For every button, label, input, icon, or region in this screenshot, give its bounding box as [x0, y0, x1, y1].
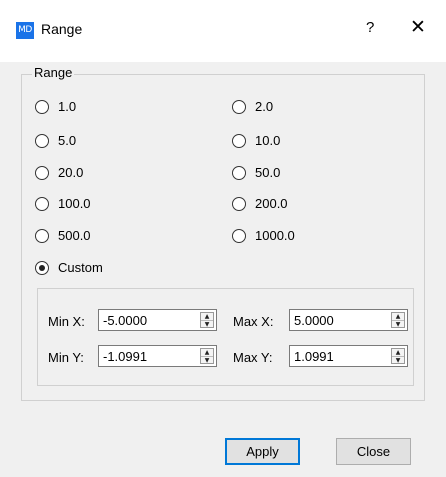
help-button[interactable]: ? — [366, 19, 374, 36]
radio-label: 10.0 — [255, 133, 281, 148]
spin-down-icon[interactable]: ▼ — [201, 357, 213, 364]
radio-label: 5.0 — [58, 133, 77, 148]
radio-circle — [232, 99, 246, 114]
radio-2-0[interactable]: 2.0 — [232, 99, 273, 114]
radio-1-0[interactable]: 1.0 — [35, 99, 76, 114]
radio-label: Custom — [58, 260, 103, 275]
custom-range-box — [37, 288, 414, 386]
radio-circle — [35, 133, 49, 148]
max-x-label: Max X: — [233, 314, 274, 329]
radio-circle — [35, 99, 49, 114]
radio-5-0[interactable]: 5.0 — [35, 133, 76, 148]
spin-up-icon[interactable]: ▲ — [392, 313, 404, 321]
radio-circle — [232, 196, 246, 211]
radio-custom[interactable]: Custom — [35, 260, 103, 275]
max-x-spin-arrows[interactable]: ▲ ▼ — [391, 312, 405, 328]
radio-label: 100.0 — [58, 196, 91, 211]
min-x-spinbox[interactable]: ▲ ▼ — [98, 309, 217, 331]
title-bar: MD Range ? ✕ — [0, 0, 446, 62]
max-y-input[interactable] — [290, 346, 386, 366]
max-y-label: Max Y: — [233, 350, 273, 365]
radio-label: 2.0 — [255, 99, 274, 114]
radio-50-0[interactable]: 50.0 — [232, 165, 280, 180]
radio-label: 20.0 — [58, 165, 84, 180]
radio-label: 500.0 — [58, 228, 91, 243]
max-y-spin-arrows[interactable]: ▲ ▼ — [391, 348, 405, 364]
max-x-spinbox[interactable]: ▲ ▼ — [289, 309, 408, 331]
radio-circle-checked — [35, 260, 49, 275]
range-group-title: Range — [32, 65, 75, 80]
max-x-input[interactable] — [290, 310, 386, 330]
radio-circle — [232, 228, 246, 243]
spin-up-icon[interactable]: ▲ — [201, 313, 213, 321]
max-y-spinbox[interactable]: ▲ ▼ — [289, 345, 408, 367]
radio-20-0[interactable]: 20.0 — [35, 165, 83, 180]
radio-500-0[interactable]: 500.0 — [35, 228, 91, 243]
min-y-spinbox[interactable]: ▲ ▼ — [98, 345, 217, 367]
apply-button[interactable]: Apply — [225, 438, 300, 465]
radio-circle — [232, 133, 246, 148]
window-title: Range — [41, 21, 83, 37]
spin-down-icon[interactable]: ▼ — [392, 321, 404, 328]
min-y-spin-arrows[interactable]: ▲ ▼ — [200, 348, 214, 364]
radio-100-0[interactable]: 100.0 — [35, 196, 91, 211]
min-y-input[interactable] — [99, 346, 195, 366]
spin-up-icon[interactable]: ▲ — [392, 349, 404, 357]
min-x-spin-arrows[interactable]: ▲ ▼ — [200, 312, 214, 328]
min-y-label: Min Y: — [48, 350, 84, 365]
radio-label: 1000.0 — [255, 228, 295, 243]
radio-label: 200.0 — [255, 196, 288, 211]
radio-10-0[interactable]: 10.0 — [232, 133, 280, 148]
radio-circle — [35, 165, 49, 180]
spin-down-icon[interactable]: ▼ — [201, 321, 213, 328]
spin-down-icon[interactable]: ▼ — [392, 357, 404, 364]
min-x-input[interactable] — [99, 310, 195, 330]
radio-1000-0[interactable]: 1000.0 — [232, 228, 295, 243]
radio-circle — [35, 228, 49, 243]
close-button[interactable]: Close — [336, 438, 411, 465]
radio-circle — [35, 196, 49, 211]
spin-up-icon[interactable]: ▲ — [201, 349, 213, 357]
app-icon: MD — [16, 22, 34, 39]
min-x-label: Min X: — [48, 314, 85, 329]
radio-200-0[interactable]: 200.0 — [232, 196, 288, 211]
radio-label: 1.0 — [58, 99, 77, 114]
radio-label: 50.0 — [255, 165, 281, 180]
radio-circle — [232, 165, 246, 180]
close-icon[interactable]: ✕ — [410, 16, 426, 38]
